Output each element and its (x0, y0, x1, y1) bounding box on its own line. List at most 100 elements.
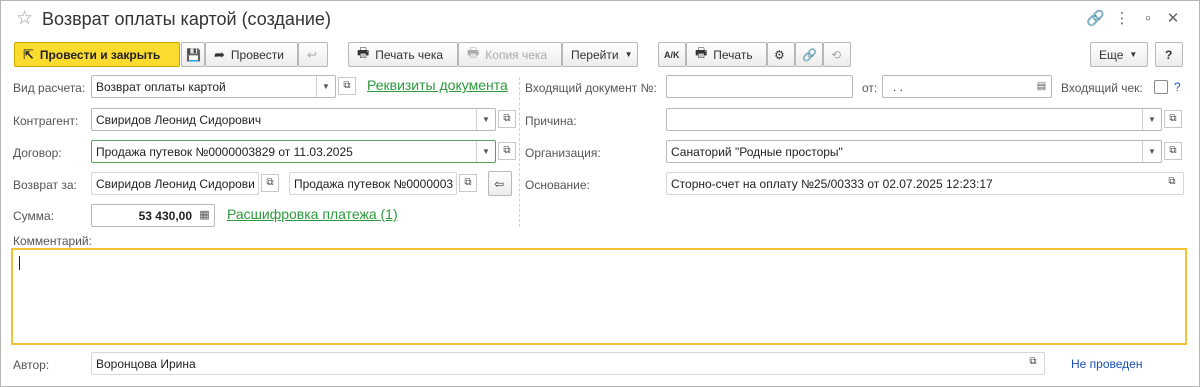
copy-receipt-icon: 🖶 (467, 44, 480, 60)
open-icon[interactable]: ⧉ (1164, 142, 1182, 160)
refund-for-person-value: Свиридов Леонид Сидорови (96, 177, 255, 191)
arrow-left-icon: ⇦ (494, 176, 505, 191)
basis-label: Основание: (525, 178, 590, 192)
open-icon[interactable]: ⧉ (338, 77, 356, 95)
comment-label: Комментарий: (13, 234, 92, 248)
receipt-printer-icon: 🖶 (357, 44, 370, 60)
open-icon[interactable]: ⧉ (459, 174, 477, 192)
chevron-down-icon[interactable]: ▼ (316, 76, 335, 97)
author-field[interactable]: Воронцова Ирина ⧉ (91, 352, 1045, 375)
chevron-down-icon[interactable]: ▼ (1142, 109, 1161, 130)
print-button[interactable]: 🖶 Печать (686, 42, 767, 67)
payment-type-value: Возврат оплаты картой (96, 80, 226, 94)
incoming-check-checkbox[interactable] (1154, 80, 1168, 94)
post-button[interactable]: ➦ Провести (205, 42, 298, 67)
basis-field[interactable]: Сторно-счет на оплату №25/00333 от 02.07… (666, 172, 1184, 195)
print-check-label: Печать чека (375, 47, 444, 62)
more-menu-button[interactable]: Еще ▼ (1090, 42, 1148, 67)
close-icon[interactable]: ✕ (1164, 10, 1182, 28)
basis-value: Сторно-счет на оплату №25/00333 от 02.07… (671, 177, 993, 191)
goto-label: Перейти (571, 47, 619, 62)
chevron-down-icon[interactable]: ▼ (1142, 141, 1161, 162)
incoming-check-label: Входящий чек: (1061, 81, 1143, 95)
column-divider (519, 77, 520, 227)
print-check-button[interactable]: 🖶 Печать чека (348, 42, 458, 67)
payment-type-label: Вид расчета: (13, 81, 86, 95)
incoming-check-help[interactable]: ? (1174, 80, 1181, 94)
printer-icon: 🖶 (695, 44, 708, 60)
history-button[interactable]: ⟲ (823, 42, 851, 67)
more-vert-icon[interactable]: ⋮ (1113, 10, 1131, 28)
gears-icon: ⚙ (774, 47, 785, 62)
incoming-doc-label: Входящий документ №: (525, 81, 657, 95)
help-button[interactable]: ? (1155, 42, 1183, 67)
back-button[interactable]: ⇦ (488, 171, 512, 196)
incoming-date-value: . . (893, 80, 904, 94)
spell-check-icon: A/K (664, 49, 680, 60)
help-label: ? (1165, 47, 1173, 62)
settings-button[interactable]: ⚙ (767, 42, 795, 67)
refund-for-label: Возврат за: (13, 178, 77, 192)
organization-label: Организация: (525, 146, 601, 160)
contract-label: Договор: (13, 146, 62, 160)
counterparty-field[interactable]: Свиридов Леонид Сидорович ▼ (91, 108, 496, 131)
open-icon[interactable]: ⧉ (1024, 354, 1042, 372)
counterparty-label: Контрагент: (13, 114, 79, 128)
link-icon[interactable]: 🔗 (1086, 10, 1105, 28)
open-icon[interactable]: ⧉ (1164, 110, 1182, 128)
author-label: Автор: (13, 358, 50, 372)
text-caret (19, 256, 20, 270)
payment-type-select[interactable]: Возврат оплаты картой ▼ (91, 75, 336, 98)
comment-textarea[interactable] (11, 248, 1187, 345)
open-icon[interactable]: ⧉ (498, 110, 516, 128)
reason-field[interactable]: ▼ (666, 108, 1162, 131)
refund-for-contract-field[interactable]: Продажа путевок №0000003 (289, 172, 457, 195)
post-and-close-label: Провести и закрыть (39, 47, 161, 62)
amount-field[interactable]: 53 430,00 ▦ (91, 204, 215, 227)
maximize-icon[interactable]: ▫ (1139, 10, 1157, 28)
amount-label: Сумма: (13, 209, 55, 223)
contract-field[interactable]: Продажа путевок №0000003829 от 11.03.202… (91, 140, 496, 163)
chevron-down-icon[interactable]: ▼ (476, 109, 495, 130)
incoming-doc-field[interactable] (666, 75, 853, 98)
posting-status: Не проведен (1071, 357, 1143, 371)
author-value: Воронцова Ирина (96, 357, 196, 371)
spelling-button[interactable]: A/K (658, 42, 686, 67)
organization-value: Санаторий "Родные просторы" (671, 145, 843, 159)
history-icon: ⟲ (831, 47, 842, 62)
open-icon[interactable]: ⧉ (261, 174, 279, 192)
favorite-star-icon[interactable]: ☆ (16, 8, 33, 30)
reason-label: Причина: (525, 114, 577, 128)
chevron-down-icon: ▼ (1129, 50, 1138, 59)
save-button[interactable]: 💾 (181, 42, 205, 67)
date-from-label: от: (862, 81, 878, 95)
post-arrow-icon: ➦ (214, 46, 225, 62)
copy-check-button[interactable]: 🖶 Копия чека (458, 42, 562, 67)
document-details-link[interactable]: Реквизиты документа (367, 77, 508, 93)
window-title: Возврат оплаты картой (создание) (42, 9, 331, 29)
refund-for-contract-value: Продажа путевок №0000003 (294, 177, 454, 191)
more-label: Еще (1099, 47, 1124, 62)
post-label: Провести (230, 47, 284, 62)
open-icon[interactable]: ⧉ (1163, 174, 1181, 192)
payment-breakdown-link[interactable]: Расшифровка платежа (1) (227, 206, 398, 222)
calendar-icon[interactable]: ▤ (1032, 76, 1051, 97)
chevron-down-icon[interactable]: ▼ (476, 141, 495, 162)
goto-menu-button[interactable]: Перейти ▼ (562, 42, 638, 67)
counterparty-value: Свиридов Леонид Сидорович (96, 113, 262, 127)
chain-link-icon: 🔗 (802, 47, 817, 62)
related-docs-button[interactable]: 🔗 (795, 42, 823, 67)
refund-for-person-field[interactable]: Свиридов Леонид Сидорови (91, 172, 259, 195)
copy-check-label: Копия чека (485, 47, 548, 62)
post-close-icon: ⇱ (23, 46, 34, 62)
organization-field[interactable]: Санаторий "Родные просторы" ▼ (666, 140, 1162, 163)
undo-post-button[interactable]: ↩ (298, 42, 328, 67)
incoming-date-field[interactable]: . . ▤ (882, 75, 1052, 98)
open-icon[interactable]: ⧉ (498, 142, 516, 160)
save-icon: 💾 (186, 47, 201, 62)
calculator-icon[interactable]: ▦ (195, 205, 214, 226)
contract-value: Продажа путевок №0000003829 от 11.03.202… (96, 145, 353, 159)
post-and-close-button[interactable]: ⇱ Провести и закрыть (14, 42, 180, 67)
chevron-down-icon: ▼ (624, 50, 633, 59)
document-window: ☆ Возврат оплаты картой (создание) 🔗 ⋮ ▫… (0, 0, 1200, 387)
